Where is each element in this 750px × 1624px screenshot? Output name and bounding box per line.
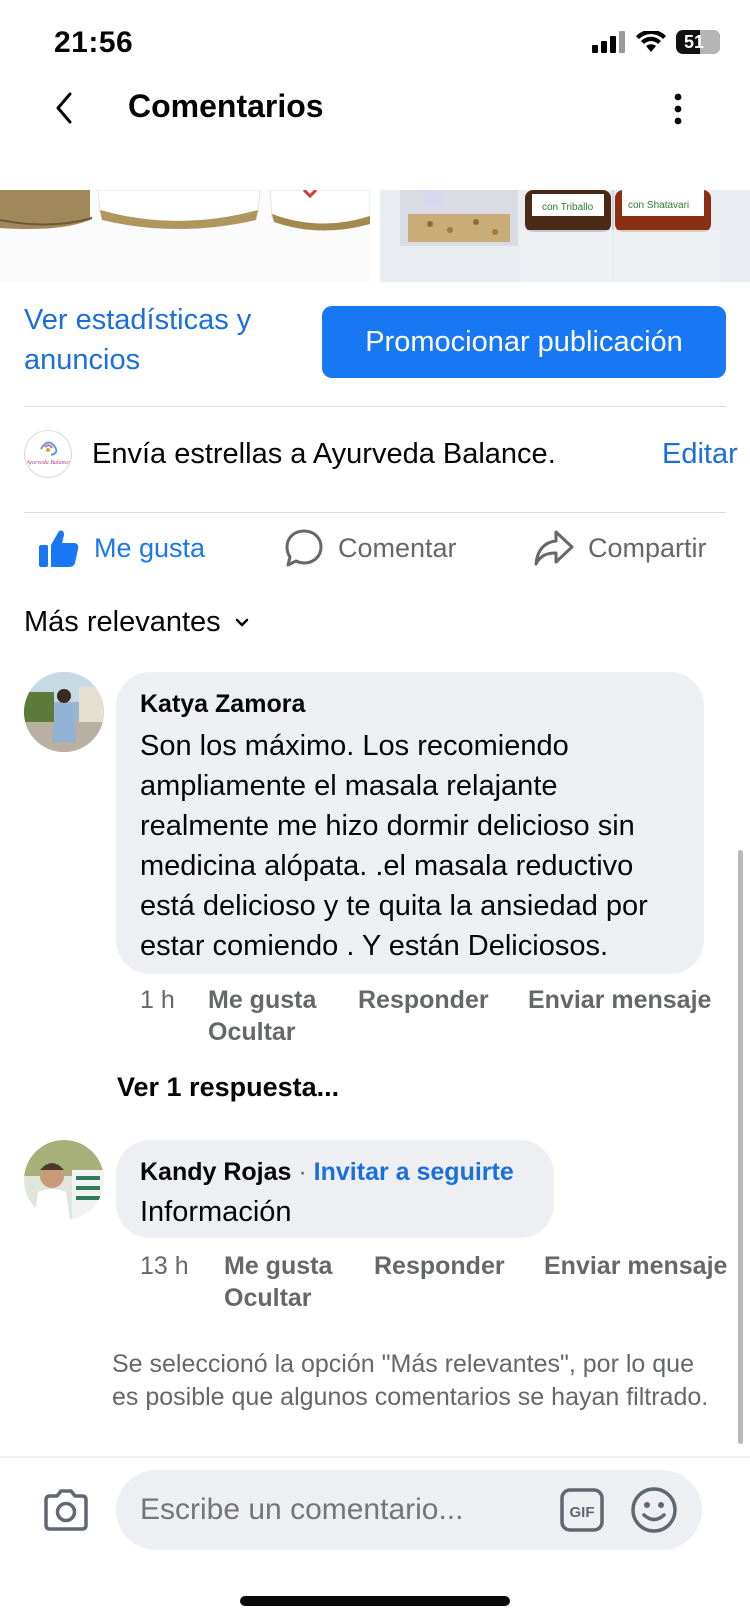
comment-header: Kandy Rojas · Invitar a seguirte <box>140 1158 514 1187</box>
comment-bubble[interactable]: Katya Zamora Son los máximo. Los recomie… <box>116 672 704 974</box>
comment-time: 13 h <box>140 1252 189 1280</box>
avatar[interactable] <box>24 1140 104 1220</box>
page-avatar[interactable]: Ayurveda Balance <box>24 430 72 478</box>
separator-dot: · <box>298 1158 307 1186</box>
wifi-icon <box>636 31 666 52</box>
camera-button[interactable] <box>42 1488 90 1532</box>
gif-icon: GIF <box>560 1488 604 1532</box>
comment-label: Comentar <box>338 532 457 563</box>
share-button[interactable]: Compartir <box>534 520 707 576</box>
comment-message-link[interactable]: Enviar mensaje <box>528 986 711 1015</box>
status-icons: 51 <box>592 30 720 54</box>
katya-avatar-photo <box>24 672 104 752</box>
promote-post-button[interactable]: Promocionar publicación <box>322 306 726 378</box>
comment-time: 1 h <box>140 986 175 1014</box>
divider <box>24 512 726 513</box>
share-icon <box>534 530 574 566</box>
comment-text: Son los máximo. Los recomiendo ampliamen… <box>140 730 648 962</box>
page-logo-text: Ayurveda Balance <box>25 460 70 466</box>
emoji-icon <box>631 1487 677 1533</box>
ayurveda-logo: Ayurveda Balance <box>25 431 71 477</box>
home-indicator[interactable] <box>240 1596 510 1606</box>
share-label: Compartir <box>588 532 707 563</box>
page-title: Comentarios <box>128 88 324 124</box>
gif-button[interactable]: GIF <box>560 1488 604 1532</box>
divider <box>0 1456 750 1458</box>
comment-hide-link[interactable]: Ocultar <box>224 1284 312 1313</box>
invite-follow-link[interactable]: Invitar a seguirte <box>314 1158 514 1186</box>
comment-reply-link[interactable]: Responder <box>374 1252 505 1281</box>
product-bottles-image: con Triballo con Shatavari <box>380 190 750 282</box>
comment-bubble[interactable]: Kandy Rojas · Invitar a seguirte Informa… <box>116 1140 554 1238</box>
comment-like-link[interactable]: Me gusta <box>208 986 316 1015</box>
image-label-2: con Shatavari <box>628 200 689 211</box>
comment-like-link[interactable]: Me gusta <box>224 1252 332 1281</box>
filter-note: Se seleccionó la opción "Más relevantes"… <box>112 1350 709 1411</box>
filter-label: Más relevantes <box>24 606 221 638</box>
more-vertical-icon <box>674 93 682 125</box>
relevance-filter-dropdown[interactable]: Más relevantes <box>24 606 249 639</box>
comment-reply-link[interactable]: Responder <box>358 986 489 1015</box>
kandy-avatar-photo <box>24 1140 104 1220</box>
svg-text:GIF: GIF <box>570 1504 595 1521</box>
comment-input[interactable] <box>116 1470 702 1550</box>
edit-link[interactable]: Editar <box>662 438 738 471</box>
comment-author[interactable]: Kandy Rojas <box>140 1158 291 1186</box>
comment-hide-link[interactable]: Ocultar <box>208 1018 296 1047</box>
avatar[interactable] <box>24 672 104 752</box>
back-arrow-icon <box>56 92 72 124</box>
scrollbar[interactable] <box>738 850 743 1444</box>
image-label-1: con Triballo <box>542 202 594 213</box>
comment-text: Información <box>140 1196 292 1228</box>
comment-icon <box>285 529 323 567</box>
signal-icon <box>592 31 625 53</box>
like-button[interactable]: Me gusta <box>38 520 205 576</box>
battery-level: 51 <box>684 31 705 52</box>
comment-author[interactable]: Katya Zamora <box>140 690 305 719</box>
more-options-button[interactable] <box>666 92 690 126</box>
thumbs-up-icon <box>39 530 79 567</box>
product-jars-image <box>0 190 370 282</box>
camera-icon <box>44 1489 88 1531</box>
comment-message-link[interactable]: Enviar mensaje <box>544 1252 727 1281</box>
post-image-left[interactable] <box>0 190 370 282</box>
post-image-right[interactable]: con Triballo con Shatavari <box>380 190 750 282</box>
stats-and-ads-link[interactable]: Ver estadísticas y anuncios <box>24 300 304 380</box>
like-label: Me gusta <box>94 532 206 563</box>
back-button[interactable] <box>44 88 84 128</box>
emoji-button[interactable] <box>630 1486 678 1534</box>
chevron-down-icon <box>235 618 248 626</box>
view-replies-link[interactable]: Ver 1 respuesta... <box>117 1072 339 1103</box>
divider <box>24 406 726 407</box>
comment-button[interactable]: Comentar <box>284 520 457 576</box>
status-time: 21:56 <box>54 26 134 59</box>
send-stars-text: Envía estrellas a Ayurveda Balance. <box>92 438 556 470</box>
battery-icon: 51 <box>676 30 720 54</box>
